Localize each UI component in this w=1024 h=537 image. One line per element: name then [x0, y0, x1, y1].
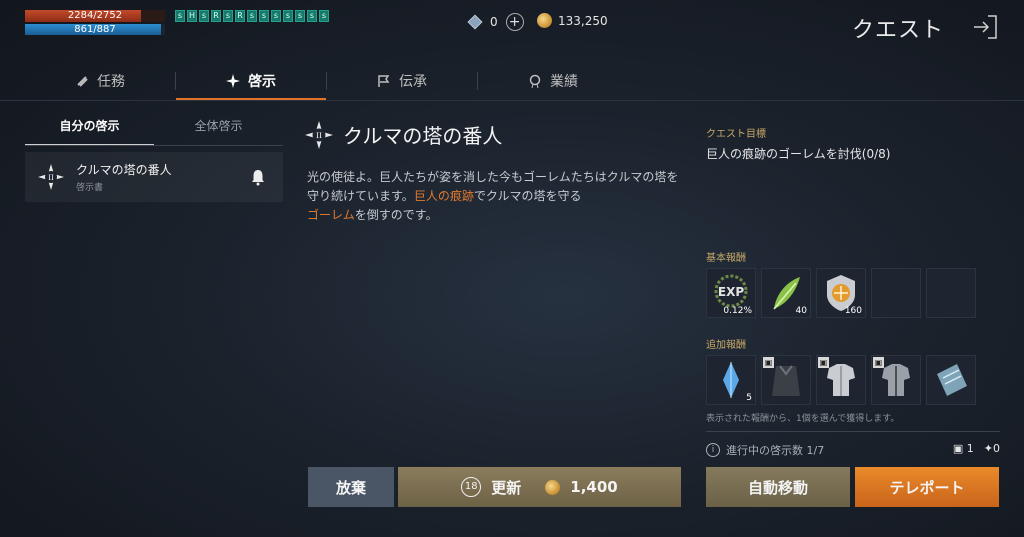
- star-icon: [226, 74, 240, 88]
- gold-amount: 133,250: [558, 13, 608, 28]
- progress-text: 進行中の啓示数 1/7: [726, 444, 825, 457]
- armor-reward[interactable]: ▣: [816, 355, 866, 405]
- gold-coin-icon: [537, 13, 552, 28]
- quest-list-item[interactable]: II クルマの塔の番人 啓示書: [25, 152, 283, 202]
- bell-icon[interactable]: [249, 168, 267, 186]
- book-icon: ▣: [818, 357, 829, 368]
- cloak-reward[interactable]: ▣: [761, 355, 811, 405]
- diamond-currency: 0 +: [467, 13, 524, 31]
- buff-icon: s: [259, 10, 269, 22]
- empty-reward-slot: [871, 268, 921, 318]
- hp-bar: 2284/2752: [25, 10, 165, 22]
- buff-icon: s: [247, 10, 257, 22]
- book-icon: ▣: [763, 357, 774, 368]
- empty-reward-slot: [926, 268, 976, 318]
- add-diamond-button[interactable]: +: [505, 13, 524, 31]
- buff-icon: s: [295, 10, 305, 22]
- tab-label: 伝承: [399, 74, 427, 90]
- basic-reward-label: 基本報酬: [706, 253, 746, 264]
- gold-currency: 133,250: [537, 13, 608, 28]
- buff-icon: s: [319, 10, 329, 22]
- reward-note: 表示された報酬から、1個を選んで獲得します。: [706, 414, 900, 424]
- buff-icon: s: [199, 10, 209, 22]
- star-icon: ✦: [983, 442, 993, 455]
- highlight-target: ゴーレム: [307, 208, 355, 222]
- abandon-button[interactable]: 放棄: [308, 467, 394, 507]
- diamond-amount: 0: [490, 15, 498, 29]
- revelation-badge-icon: II: [305, 120, 333, 149]
- detail-title-text: クルマの塔の番人: [343, 124, 503, 148]
- highlight-place: 巨人の痕跡: [413, 189, 474, 203]
- hp-value: 2284/2752: [67, 10, 123, 21]
- timer-icon: 18: [461, 477, 482, 497]
- tab-achievement[interactable]: 業績: [478, 62, 628, 100]
- quest-name: クルマの塔の番人: [76, 163, 172, 177]
- mp-value: 861/887: [74, 24, 116, 35]
- extra-rewards: 5 ▣ ▣ ▣: [706, 355, 976, 405]
- subtab-all-revelation[interactable]: 全体啓示: [154, 112, 283, 146]
- gold-coin-icon: [545, 479, 561, 495]
- revelation-badge-icon: II: [38, 164, 64, 190]
- buff-icon: s: [175, 10, 185, 22]
- armor-dark-reward[interactable]: ▣: [871, 355, 921, 405]
- tab-revelation[interactable]: 啓示: [176, 62, 326, 100]
- goal-label: クエスト目標: [706, 129, 766, 140]
- subtab-my-revelation[interactable]: 自分の啓示: [25, 112, 154, 146]
- svg-text:II: II: [316, 131, 322, 140]
- medal-icon: [529, 74, 541, 88]
- exit-icon[interactable]: [970, 12, 1000, 42]
- buff-icon: s: [271, 10, 281, 22]
- svg-text:II: II: [48, 174, 54, 182]
- book-icon: ▣: [952, 442, 964, 455]
- revelation-counts: ▣ 1 ✦0: [953, 442, 1000, 455]
- quest-type: 啓示書: [76, 183, 104, 193]
- goal-text: 巨人の痕跡のゴーレムを討伐(0/8): [706, 147, 891, 161]
- buff-icon: s: [307, 10, 317, 22]
- diamond-icon: [467, 14, 483, 30]
- tab-mission[interactable]: 任務: [25, 62, 175, 100]
- buff-icon: R: [235, 10, 245, 22]
- book-count: ▣ 1: [952, 442, 974, 455]
- info-icon[interactable]: i: [706, 443, 720, 457]
- book-icon: ▣: [873, 357, 884, 368]
- exp-reward[interactable]: EXP 0.12%: [706, 268, 756, 318]
- page-title: クエスト: [851, 18, 944, 43]
- scroll-icon: [77, 76, 88, 87]
- buff-bar: sHsRsRsssssss: [175, 10, 329, 22]
- scroll-stone-icon: [937, 364, 967, 396]
- tab-label: 任務: [97, 74, 125, 90]
- shield-coin-reward[interactable]: 160: [816, 268, 866, 318]
- teleport-button[interactable]: テレポート: [855, 467, 999, 507]
- svg-text:EXP: EXP: [718, 285, 744, 299]
- flag-icon: [378, 75, 390, 87]
- extra-reward-label: 追加報酬: [706, 340, 746, 351]
- quest-tabs: 任務 啓示 伝承 業績: [25, 62, 1000, 100]
- mp-bar: 861/887: [25, 24, 165, 35]
- star-count: ✦0: [983, 442, 1000, 455]
- quest-detail-title: II クルマの塔の番人: [305, 120, 502, 149]
- buff-icon: H: [187, 10, 197, 22]
- auto-move-button[interactable]: 自動移動: [706, 467, 850, 507]
- buff-icon: s: [223, 10, 233, 22]
- leaf-reward[interactable]: 40: [761, 268, 811, 318]
- subtabs: 自分の啓示 全体啓示: [25, 112, 283, 146]
- refresh-label: 更新: [491, 478, 522, 497]
- crystal-reward[interactable]: 5: [706, 355, 756, 405]
- scroll-stone-reward[interactable]: [926, 355, 976, 405]
- buff-icon: R: [211, 10, 221, 22]
- basic-rewards: EXP 0.12% 40 160: [706, 268, 976, 318]
- revelation-progress: i 進行中の啓示数 1/7: [706, 442, 824, 458]
- tab-label: 業績: [550, 74, 578, 90]
- refresh-button[interactable]: 18 更新 1,400: [398, 467, 681, 507]
- tab-legend[interactable]: 伝承: [327, 62, 477, 100]
- buff-icon: s: [283, 10, 293, 22]
- quest-description: 光の使徒よ。巨人たちが姿を消した今もゴーレムたちはクルマの塔を守り続けています。…: [307, 170, 679, 222]
- tab-label: 啓示: [248, 74, 276, 90]
- refresh-cost: 1,400: [570, 478, 618, 496]
